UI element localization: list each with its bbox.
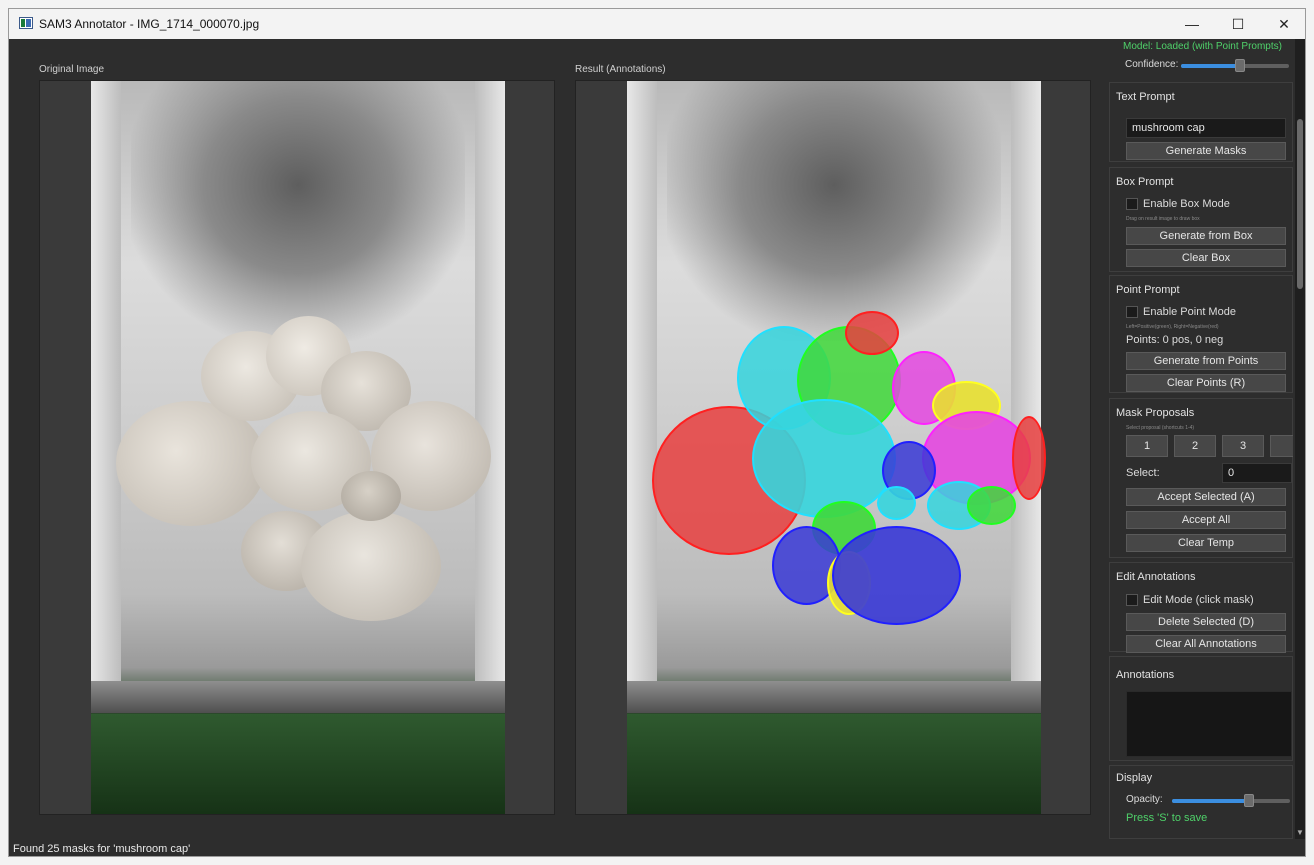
generate-from-points-button[interactable]: Generate from Points [1126, 352, 1286, 370]
status-bar: Found 25 masks for 'mushroom cap' [9, 840, 1305, 856]
main-area: Original Image Result (Annotations) Mode… [9, 39, 1305, 856]
mask-overlay[interactable] [877, 486, 916, 520]
display-group: Display Opacity: Press 'S' to save [1109, 765, 1293, 839]
proposal-3-button[interactable]: 3 [1222, 435, 1264, 457]
confidence-slider-handle[interactable] [1235, 59, 1245, 72]
clear-all-annotations-button[interactable]: Clear All Annotations [1126, 635, 1286, 653]
mask-proposals-title: Mask Proposals [1116, 407, 1195, 419]
title-bar[interactable]: SAM3 Annotator - IMG_1714_000070.jpg — ☐… [9, 9, 1305, 39]
proposal-2-button[interactable]: 2 [1174, 435, 1216, 457]
mask-overlay[interactable] [845, 311, 899, 355]
model-status: Model: Loaded (with Point Prompts) [1123, 41, 1282, 52]
text-prompt-title: Text Prompt [1116, 91, 1175, 103]
app-window: SAM3 Annotator - IMG_1714_000070.jpg — ☐… [8, 8, 1306, 857]
accept-selected-button[interactable]: Accept Selected (A) [1126, 488, 1286, 506]
app-icon [19, 17, 33, 29]
point-prompt-hint: Left=Positive(green), Right=Negative(red… [1126, 324, 1219, 330]
box-prompt-group: Box Prompt Enable Box Mode Drag on resul… [1109, 167, 1293, 272]
annotations-list[interactable] [1126, 691, 1292, 757]
text-prompt-group: Text Prompt mushroom cap Generate Masks [1109, 82, 1293, 162]
opacity-label: Opacity: [1126, 794, 1163, 805]
edit-annotations-title: Edit Annotations [1116, 571, 1196, 583]
minimize-button[interactable]: — [1169, 9, 1215, 39]
scrollbar-thumb[interactable] [1297, 119, 1303, 289]
point-mode-checkbox[interactable] [1126, 306, 1138, 318]
box-prompt-hint: Drag on result image to draw box [1126, 216, 1200, 222]
window-title: SAM3 Annotator - IMG_1714_000070.jpg [39, 17, 260, 31]
point-mode-label: Enable Point Mode [1143, 306, 1236, 318]
original-image-label: Original Image [39, 64, 105, 75]
box-mode-checkbox[interactable] [1126, 198, 1138, 210]
confidence-slider[interactable] [1181, 59, 1289, 72]
annotations-group: Annotations [1109, 656, 1293, 761]
mask-overlay[interactable] [752, 399, 896, 518]
clear-box-button[interactable]: Clear Box [1126, 249, 1286, 267]
clear-points-button[interactable]: Clear Points (R) [1126, 374, 1286, 392]
close-button[interactable]: ✕ [1261, 9, 1305, 39]
annotations-title: Annotations [1116, 669, 1175, 681]
mask-overlay[interactable] [1012, 416, 1046, 500]
edit-mode-label: Edit Mode (click mask) [1143, 594, 1254, 606]
result-image-view[interactable] [575, 80, 1091, 815]
edit-mode-checkbox[interactable] [1126, 594, 1138, 606]
confidence-label: Confidence: [1125, 59, 1179, 70]
point-prompt-group: Point Prompt Enable Point Mode Left=Posi… [1109, 275, 1293, 393]
text-prompt-input[interactable]: mushroom cap [1126, 118, 1286, 138]
select-spinbox[interactable]: 0 [1222, 463, 1292, 483]
opacity-slider[interactable] [1172, 794, 1290, 807]
maximize-button[interactable]: ☐ [1215, 9, 1261, 39]
control-sidebar: Model: Loaded (with Point Prompts) Confi… [1109, 39, 1293, 856]
proposal-4-button[interactable] [1270, 435, 1293, 457]
mask-proposals-group: Mask Proposals Select proposal (shortcut… [1109, 398, 1293, 558]
mask-overlay[interactable] [832, 526, 961, 625]
original-photo [91, 81, 505, 814]
mask-overlay[interactable] [967, 486, 1016, 525]
accept-all-button[interactable]: Accept All [1126, 511, 1286, 529]
edit-annotations-group: Edit Annotations Edit Mode (click mask) … [1109, 562, 1293, 653]
display-title: Display [1116, 772, 1153, 784]
points-status: Points: 0 pos, 0 neg [1126, 334, 1224, 346]
point-prompt-title: Point Prompt [1116, 284, 1180, 296]
select-label: Select: [1126, 467, 1160, 479]
opacity-slider-handle[interactable] [1244, 794, 1254, 807]
result-photo [627, 81, 1046, 814]
proposal-1-button[interactable]: 1 [1126, 435, 1168, 457]
generate-from-box-button[interactable]: Generate from Box [1126, 227, 1286, 245]
original-image-view[interactable] [39, 80, 555, 815]
box-mode-label: Enable Box Mode [1143, 198, 1230, 210]
mask-proposals-hint: Select proposal (shortcuts 1-4) [1126, 425, 1195, 431]
clear-temp-button[interactable]: Clear Temp [1126, 534, 1286, 552]
sidebar-scrollbar[interactable]: ▼ [1295, 39, 1305, 839]
result-image-label: Result (Annotations) [575, 64, 666, 75]
scroll-down-icon[interactable]: ▼ [1295, 827, 1305, 839]
box-prompt-title: Box Prompt [1116, 176, 1174, 188]
save-hint: Press 'S' to save [1126, 812, 1208, 824]
delete-selected-button[interactable]: Delete Selected (D) [1126, 613, 1286, 631]
generate-masks-button[interactable]: Generate Masks [1126, 142, 1286, 160]
